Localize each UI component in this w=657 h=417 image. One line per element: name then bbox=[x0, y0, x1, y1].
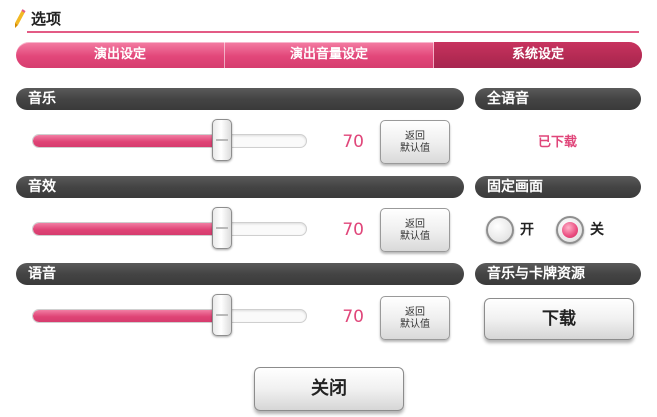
pencil-icon bbox=[15, 9, 26, 28]
fixed-screen-on-radio[interactable] bbox=[486, 216, 514, 244]
reset-label-line1: 返回 bbox=[405, 219, 425, 230]
header-divider bbox=[27, 31, 639, 33]
voice-section-header: 语音 bbox=[16, 263, 464, 285]
close-button[interactable]: 关闭 bbox=[254, 367, 404, 411]
resources-section-header: 音乐与卡牌资源 bbox=[475, 263, 641, 285]
download-button[interactable]: 下载 bbox=[484, 298, 634, 340]
music-slider-fill bbox=[33, 135, 222, 147]
tab-bar: 演出设定 演出音量设定 系统设定 bbox=[16, 42, 642, 68]
sfx-volume-value: 70 bbox=[342, 220, 364, 240]
full-voice-status: 已下载 bbox=[538, 135, 578, 150]
full-voice-section-header: 全语音 bbox=[475, 88, 641, 110]
voice-reset-default-button[interactable]: 返回 默认值 bbox=[380, 296, 450, 340]
tab-system-settings[interactable]: 系统设定 bbox=[434, 42, 642, 68]
sfx-slider-thumb[interactable] bbox=[212, 207, 232, 249]
fixed-screen-section-header: 固定画面 bbox=[475, 176, 641, 198]
music-slider-thumb[interactable] bbox=[212, 119, 232, 161]
reset-label-line1: 返回 bbox=[405, 307, 425, 318]
sfx-slider-fill bbox=[33, 223, 222, 235]
reset-label-line2: 默认值 bbox=[400, 231, 430, 242]
fixed-screen-off-label: 关 bbox=[590, 222, 604, 238]
page-title: 选项 bbox=[31, 10, 62, 28]
reset-label-line2: 默认值 bbox=[400, 319, 430, 330]
reset-label-line1: 返回 bbox=[405, 131, 425, 142]
tab-performance-settings[interactable]: 演出设定 bbox=[16, 42, 225, 68]
voice-slider-track[interactable] bbox=[32, 309, 307, 323]
voice-volume-value: 70 bbox=[342, 307, 364, 327]
sfx-reset-default-button[interactable]: 返回 默认值 bbox=[380, 208, 450, 252]
voice-slider-thumb[interactable] bbox=[212, 294, 232, 336]
music-slider-track[interactable] bbox=[32, 134, 307, 148]
tab-performance-volume-settings[interactable]: 演出音量设定 bbox=[225, 42, 434, 68]
voice-slider-fill bbox=[33, 310, 222, 322]
fixed-screen-off-radio[interactable] bbox=[556, 216, 584, 244]
music-section-header: 音乐 bbox=[16, 88, 464, 110]
music-volume-value: 70 bbox=[342, 132, 364, 152]
sfx-section-header: 音效 bbox=[16, 176, 464, 198]
fixed-screen-on-label: 开 bbox=[520, 222, 534, 238]
sfx-slider-track[interactable] bbox=[32, 222, 307, 236]
reset-label-line2: 默认值 bbox=[400, 143, 430, 154]
music-reset-default-button[interactable]: 返回 默认值 bbox=[380, 120, 450, 164]
